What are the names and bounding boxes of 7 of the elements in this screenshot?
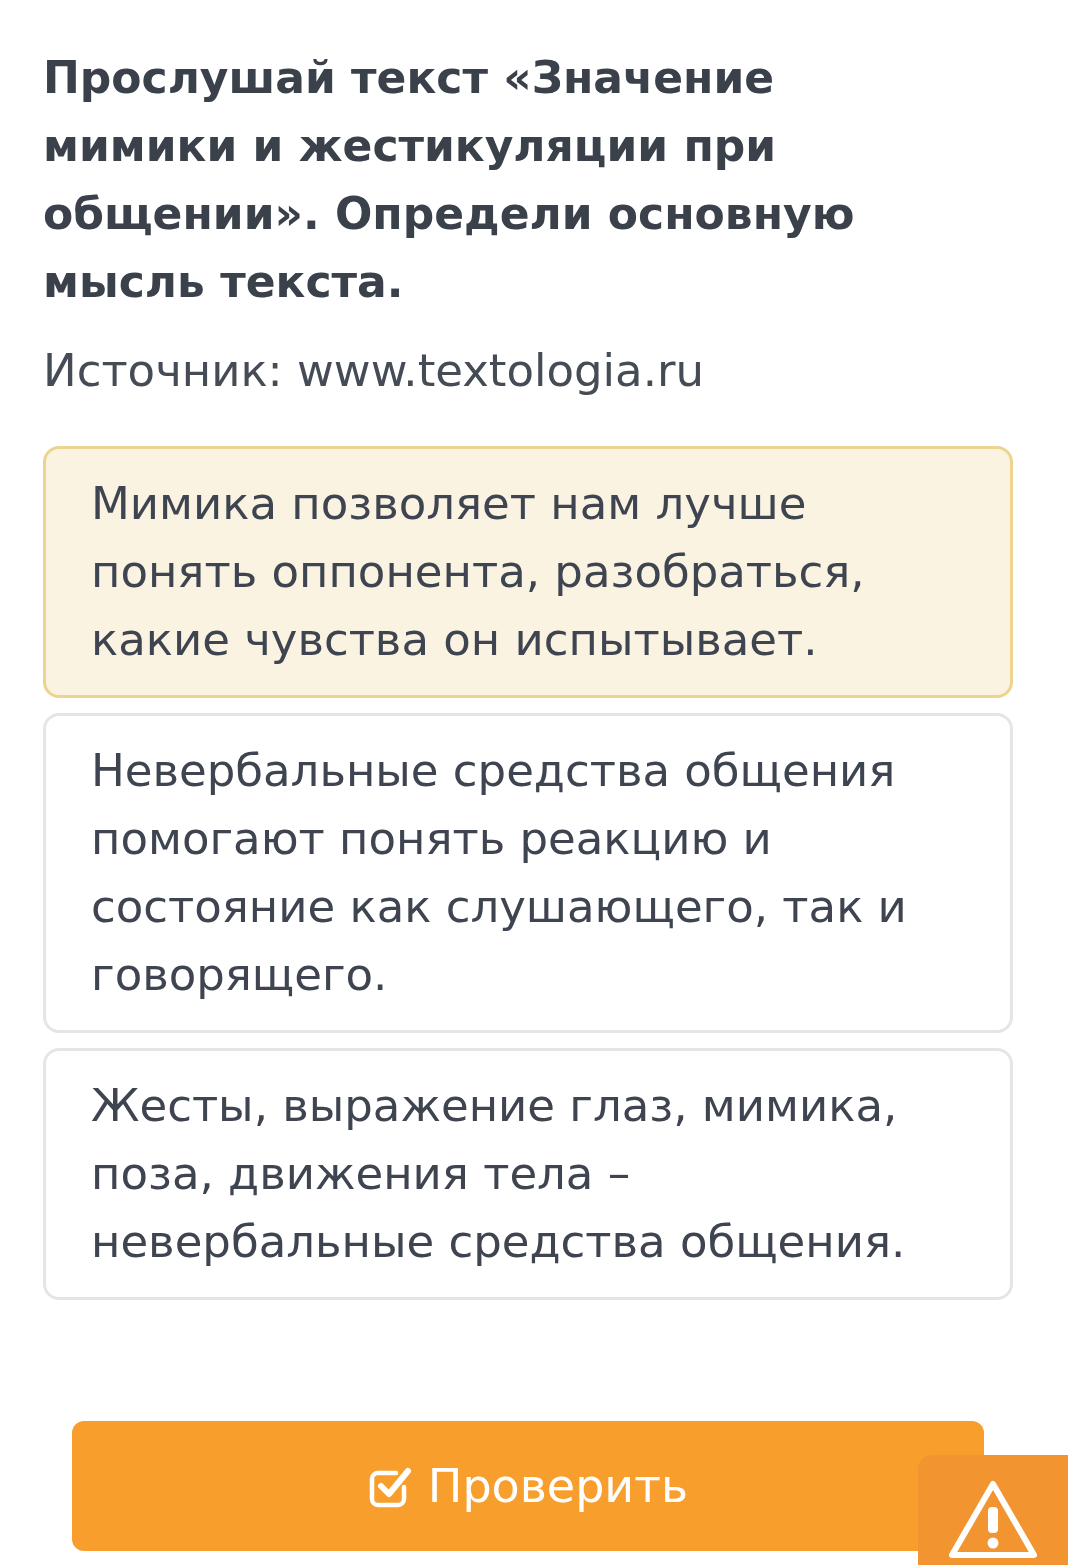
source-line: Источник: www.textologia.ru: [43, 343, 705, 399]
answer-option[interactable]: Жесты, выражение глаз, мимика, поза, движения тела – невербальные средства общения.: [43, 1048, 1013, 1300]
question-title: Прослушай текст «Значение мимики и жестикуляции при общении». Определи основную мысль текста.: [43, 51, 856, 309]
answer-option[interactable]: Мимика позволяет нам лучше понять оппонента, разобраться, какие чувства он испытывает.: [43, 446, 1013, 698]
warning-icon: [948, 1479, 1038, 1559]
report-button[interactable]: [918, 1455, 1068, 1565]
answer-option[interactable]: Невербальные средства общения помогают понять реакцию и состояние как слушающего, так и говорящего.: [43, 713, 1013, 1033]
